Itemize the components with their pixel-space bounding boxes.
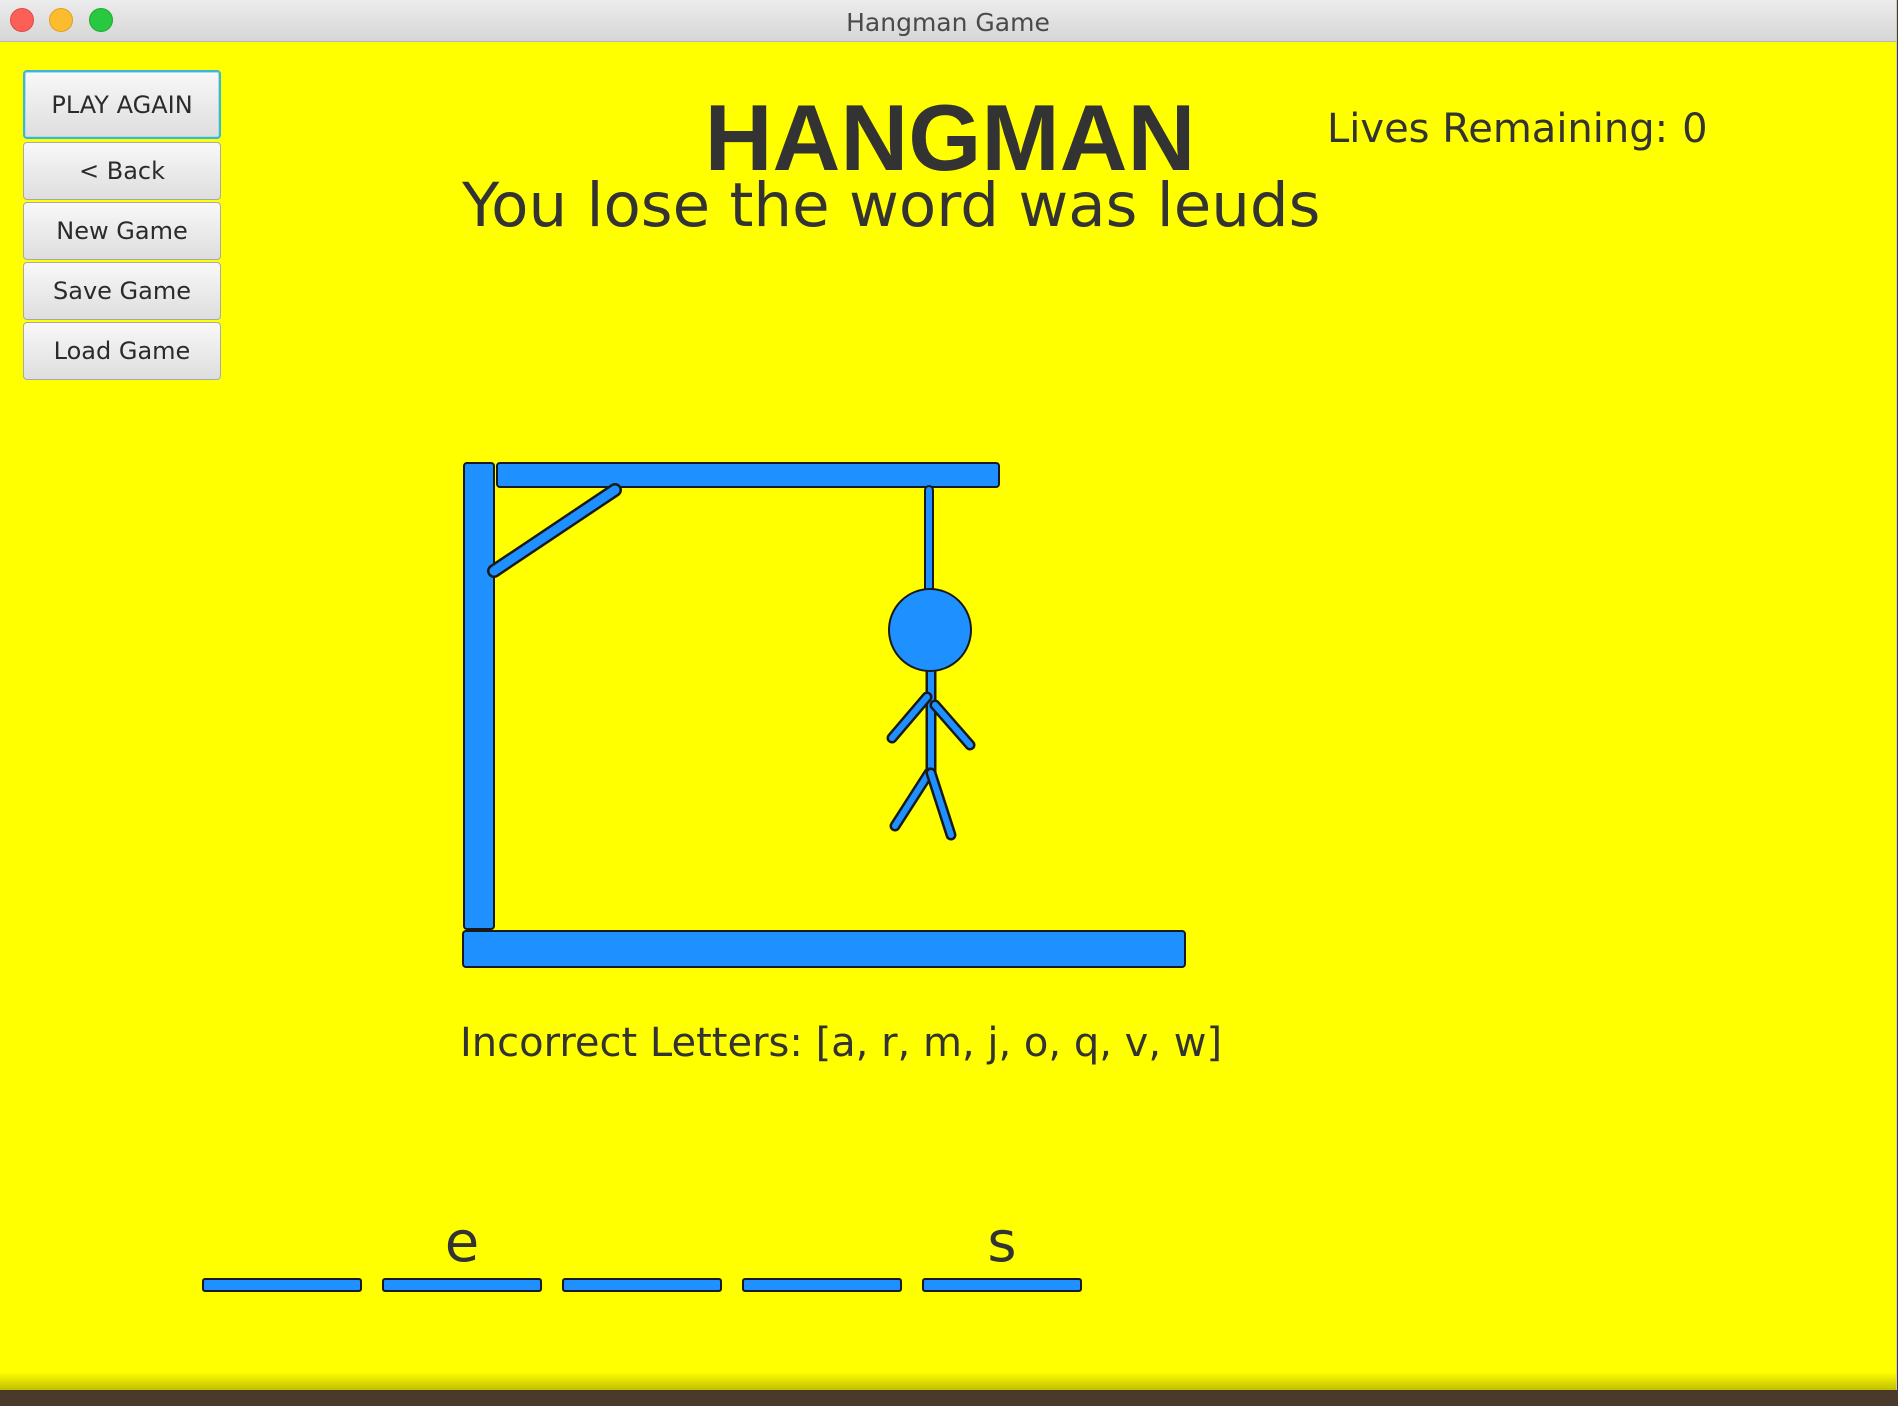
word-slot-underline	[382, 1278, 542, 1292]
window-bottom-edge	[0, 1372, 1896, 1390]
hangman-drawing	[462, 462, 1186, 968]
incorrect-letters: Incorrect Letters: [a, r, m, j, o, q, v,…	[460, 1020, 1223, 1066]
word-slot-underline	[742, 1278, 902, 1292]
word-slot-underline	[922, 1278, 1082, 1292]
word-slot-underline	[202, 1278, 362, 1292]
word-slot	[202, 1210, 362, 1294]
word-slot	[562, 1210, 722, 1294]
word-slot-underline	[562, 1278, 722, 1292]
word-slot: e	[382, 1210, 542, 1294]
gallows-base	[462, 930, 1186, 968]
gallows-beam	[496, 462, 1000, 488]
word-slot	[742, 1210, 902, 1294]
gallows-post	[463, 462, 495, 930]
app-window: Hangman Game PLAY AGAIN < Back New Game …	[0, 0, 1897, 1390]
head	[888, 588, 972, 672]
word-slot-letter: s	[987, 1210, 1017, 1275]
word-slot: s	[922, 1210, 1082, 1294]
word-slot-letter: e	[444, 1210, 480, 1275]
